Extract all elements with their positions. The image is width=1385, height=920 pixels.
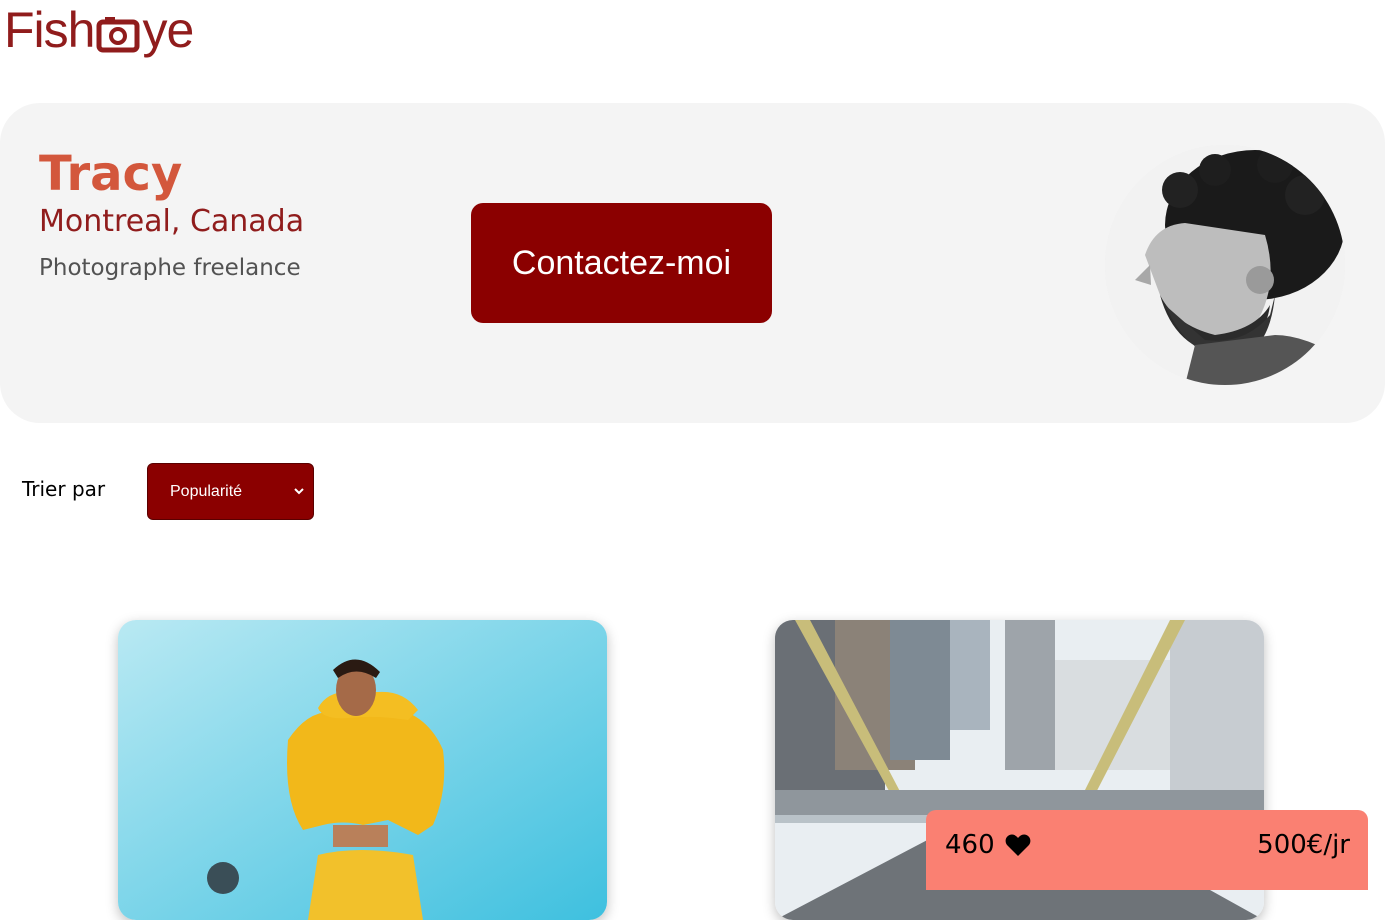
photographer-name: Tracy — [39, 146, 183, 202]
sort-label: Trier par — [22, 477, 106, 501]
photographer-tagline: Photographe freelance — [39, 255, 301, 281]
logo[interactable]: Fish ye — [4, 0, 194, 60]
camera-icon — [96, 12, 140, 53]
chevron-down-icon — [293, 484, 305, 496]
sort-dropdown[interactable]: Popularité — [147, 463, 314, 520]
photographer-stats: 460 500€/jr — [926, 810, 1368, 890]
photographer-portrait — [1105, 145, 1345, 385]
total-likes: 460 — [945, 830, 1031, 860]
sort-selected-value: Popularité — [170, 482, 243, 500]
likes-count: 460 — [945, 830, 995, 860]
logo-text-end: ye — [142, 2, 194, 58]
heart-icon — [1005, 834, 1031, 856]
media-photo-fashion — [118, 620, 607, 920]
photographer-location: Montreal, Canada — [39, 204, 305, 239]
daily-rate: 500€/jr — [1257, 830, 1350, 860]
contact-button[interactable]: Contactez-moi — [471, 203, 772, 323]
media-card[interactable] — [118, 620, 607, 920]
logo-text-start: Fish — [4, 2, 95, 58]
